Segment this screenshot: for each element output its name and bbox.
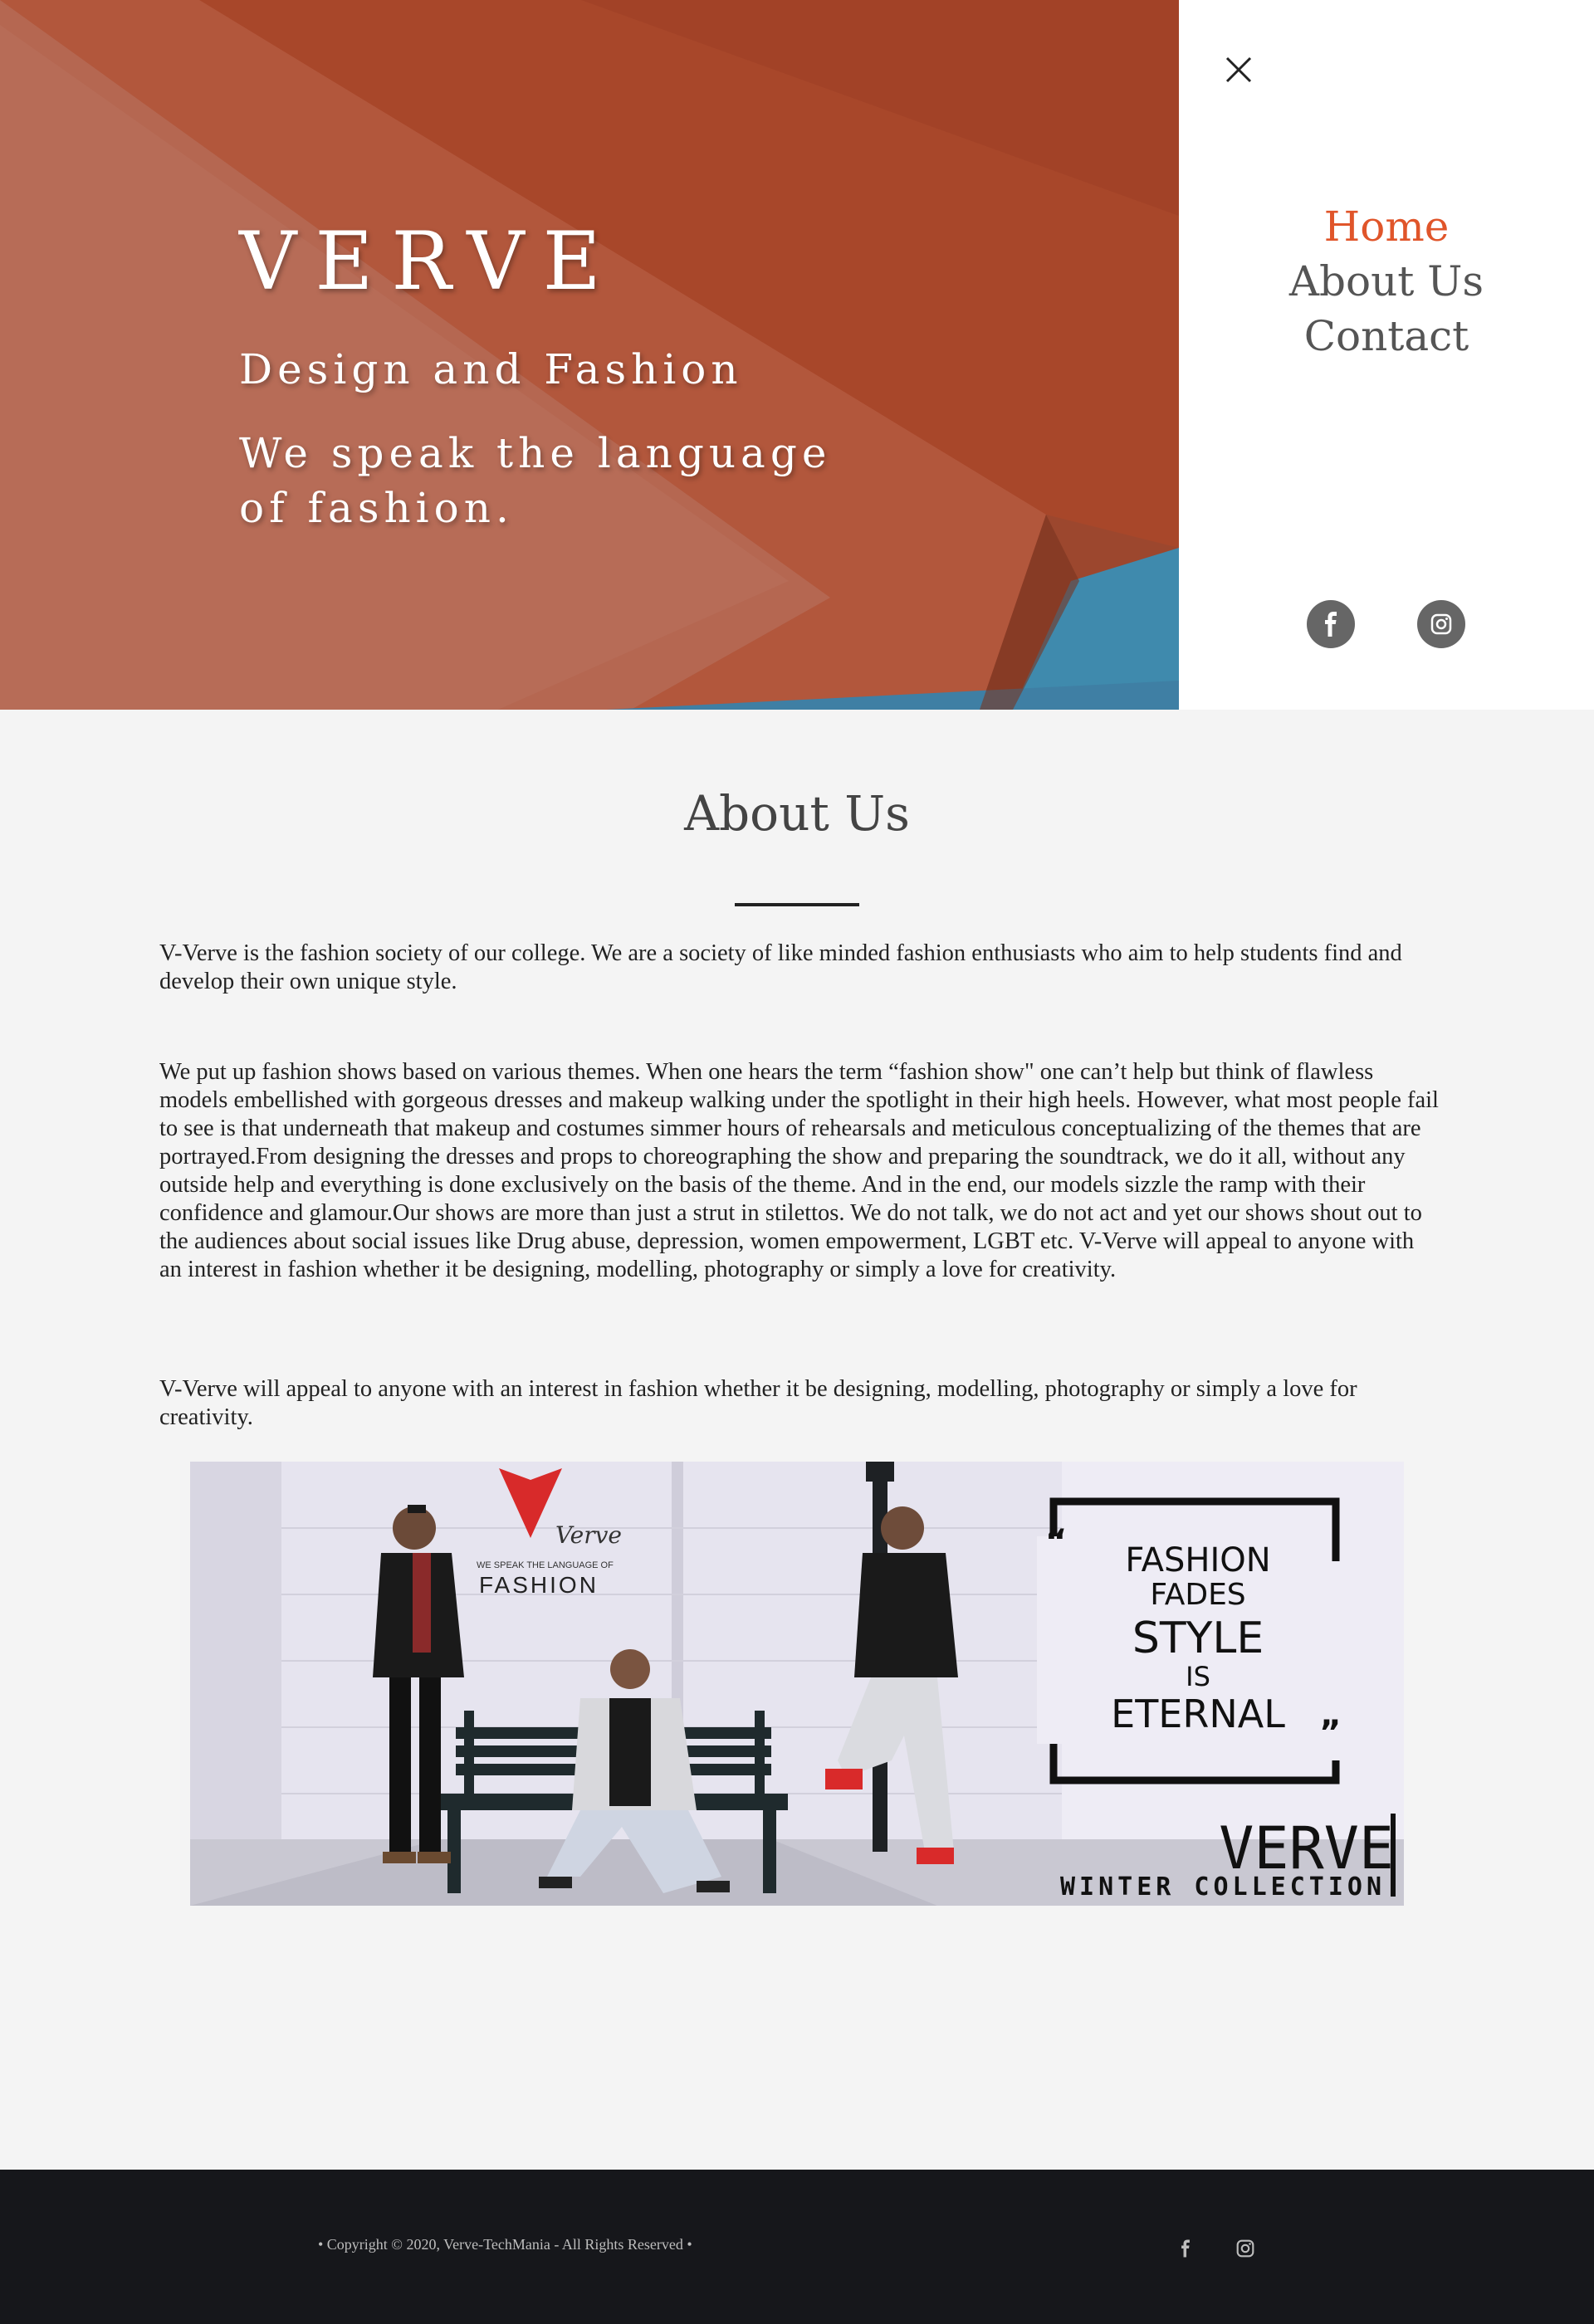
quote-line-5: ETERNAL [1111,1692,1285,1736]
close-icon[interactable] [1220,51,1257,88]
svg-text:”: ” [1319,1714,1341,1752]
banner-collection: WINTER COLLECTION [1060,1872,1386,1902]
quote-line-1: FASHION [1125,1541,1270,1579]
brand-title: VERVE [239,215,619,308]
facebook-icon[interactable] [1307,600,1355,648]
quote-line-3: STYLE [1132,1614,1264,1663]
nav-menu: Home About Us Contact [1179,199,1594,364]
quote-line-2: FADES [1150,1578,1245,1612]
winter-collection-banner: Verve WE SPEAK THE LANGUAGE OF FASHION “… [190,1462,1404,1906]
nav-item-home[interactable]: Home [1179,199,1594,254]
banner-logo-script: Verve [555,1521,622,1549]
hero-text: VERVE Design and Fashion We speak the la… [239,212,870,535]
footer-instagram-icon[interactable] [1233,2236,1258,2261]
about-paragraph-1: V-Verve is the fashion society of our co… [159,940,1402,994]
banner-logo-tagline: WE SPEAK THE LANGUAGE OF [477,1560,614,1570]
footer: • Copyright © 2020, Verve-TechMania - Al… [0,2170,1594,2324]
about-paragraph-2: We put up fashion shows based on various… [159,1059,1439,1282]
slogan: We speak the language of fashion. [239,429,832,532]
quote-line-4: IS [1186,1661,1210,1692]
banner-logo-word: FASHION [479,1572,599,1598]
footer-facebook-icon[interactable] [1173,2236,1198,2261]
nav-item-about-us[interactable]: About Us [1179,254,1594,309]
svg-text:“: “ [1045,1523,1067,1561]
instagram-icon[interactable] [1417,600,1465,648]
copyright-text: • Copyright © 2020, Verve-TechMania - Al… [318,2236,692,2253]
nav-item-contact[interactable]: Contact [1179,309,1594,364]
about-paragraph-3: V-Verve will appeal to anyone with an in… [159,1376,1357,1430]
about-title: About Us [684,785,910,842]
title-divider [735,903,859,906]
side-navigation: Home About Us Contact [1179,0,1594,710]
banner-image: Verve WE SPEAK THE LANGUAGE OF FASHION “… [190,1462,1404,1906]
tagline: Design and Fashion [239,345,743,393]
hero-section: VERVE Design and Fashion We speak the la… [0,0,1179,710]
